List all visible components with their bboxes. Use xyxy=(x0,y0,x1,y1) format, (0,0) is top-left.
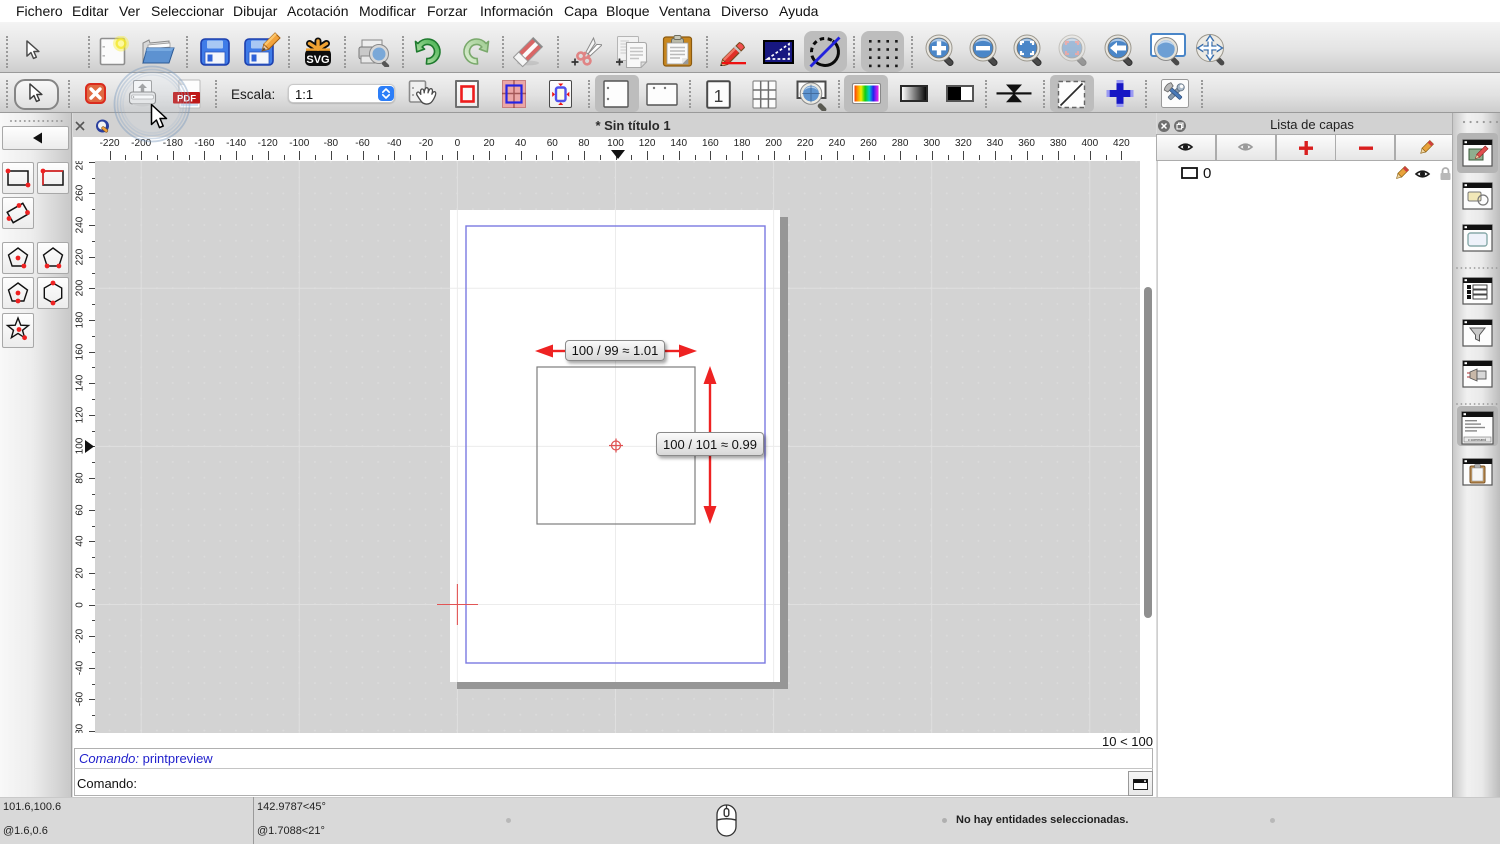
svg-text:PDF: PDF xyxy=(177,94,196,105)
svg-text:c command: c command xyxy=(1468,438,1486,442)
svg-text:1: 1 xyxy=(714,86,724,106)
svg-text:SVG: SVG xyxy=(306,54,329,66)
